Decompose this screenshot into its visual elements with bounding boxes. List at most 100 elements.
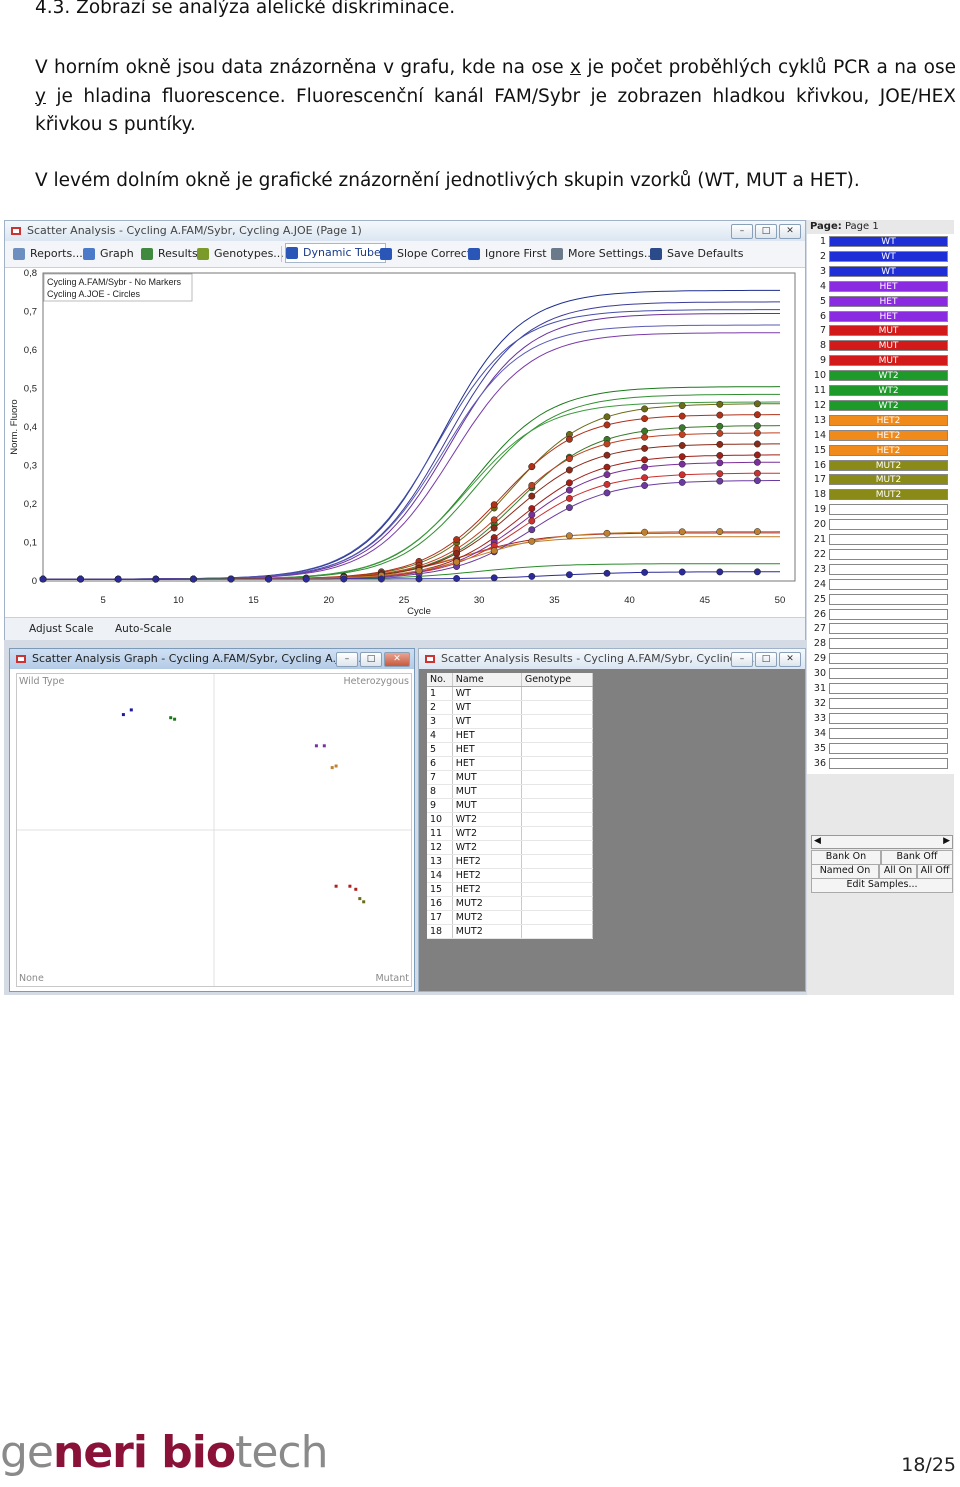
maximize-button[interactable]: □ (360, 652, 382, 667)
sample-row[interactable]: 22 (807, 547, 952, 562)
all-off-button[interactable]: All Off (917, 864, 953, 879)
sample-color-box[interactable]: HET (829, 280, 948, 292)
sample-color-box[interactable]: HET2 (829, 429, 948, 441)
table-row[interactable]: 18 MUT2 (427, 924, 594, 939)
sample-row[interactable]: 10 WT2 (807, 368, 952, 383)
table-row[interactable]: 16 MUT2 (427, 896, 594, 911)
column-header[interactable]: No. (427, 673, 453, 687)
sample-color-box[interactable]: WT2 (829, 399, 948, 411)
sample-color-box[interactable] (829, 697, 948, 709)
sample-row[interactable]: 8 MUT (807, 338, 952, 353)
sample-row[interactable]: 15 HET2 (807, 443, 952, 458)
sample-color-box[interactable] (829, 683, 948, 694)
sample-row[interactable]: 27 (807, 621, 952, 636)
sample-color-box[interactable] (829, 563, 948, 575)
sample-row[interactable]: 9 MUT (807, 353, 952, 368)
table-row[interactable]: 2 WT (427, 700, 594, 715)
sample-row[interactable]: 21 (807, 532, 952, 547)
sample-color-box[interactable]: MUT (829, 355, 948, 367)
slope-correct-button[interactable]: Slope Correct (380, 245, 471, 263)
sample-color-box[interactable]: MUT (829, 340, 948, 352)
sample-color-box[interactable] (829, 638, 948, 650)
minimize-button[interactable]: – (731, 224, 753, 239)
bank-off-button[interactable]: Bank Off (881, 850, 953, 865)
sample-row[interactable]: 12 WT2 (807, 398, 952, 413)
sample-color-box[interactable] (829, 727, 948, 739)
sample-color-box[interactable] (829, 504, 948, 516)
sample-color-box[interactable]: MUT2 (829, 459, 948, 471)
dynamic-tube-button[interactable]: Dynamic Tube (285, 243, 386, 263)
sample-row[interactable]: 18 MUT2 (807, 487, 952, 502)
main-window-titlebar[interactable]: Scatter Analysis - Cycling A.FAM/Sybr, C… (5, 221, 805, 241)
sample-row[interactable]: 3 WT (807, 264, 952, 279)
sample-color-box[interactable] (829, 519, 948, 531)
sample-color-box[interactable]: WT (829, 236, 948, 247)
table-row[interactable]: 5 HET (427, 742, 594, 757)
auto-scale-button[interactable]: Auto-Scale (115, 623, 172, 635)
sample-color-box[interactable] (829, 593, 948, 605)
sample-row[interactable]: 29 (807, 651, 952, 666)
sample-row[interactable]: 34 (807, 726, 952, 741)
minimize-button[interactable]: – (731, 652, 753, 667)
sample-row[interactable]: 25 (807, 592, 952, 607)
page-selector[interactable]: Page: Page 1 (810, 221, 879, 232)
table-row[interactable]: 11 WT2 (427, 826, 594, 841)
close-button[interactable]: ✕ (779, 224, 801, 239)
sample-color-box[interactable]: WT2 (829, 370, 948, 382)
maximize-button[interactable]: □ (755, 652, 777, 667)
sample-color-box[interactable]: HET2 (829, 414, 948, 426)
sample-color-box[interactable]: MUT2 (829, 489, 948, 501)
results-window-titlebar[interactable]: Scatter Analysis Results - Cycling A.FAM… (419, 649, 805, 669)
results-button[interactable]: Results (141, 245, 198, 263)
sample-row[interactable]: 6 HET (807, 309, 952, 324)
sample-row[interactable]: 19 (807, 502, 952, 517)
sample-row[interactable]: 31 (807, 681, 952, 696)
maximize-button[interactable]: □ (755, 224, 777, 239)
close-button[interactable]: ✕ (384, 652, 410, 667)
sample-color-box[interactable]: MUT2 (829, 474, 948, 486)
table-row[interactable]: 6 HET (427, 756, 594, 771)
sample-color-box[interactable] (829, 668, 948, 680)
scroll-left-icon[interactable]: ◀ (814, 836, 821, 847)
all-on-button[interactable]: All On (879, 864, 917, 879)
sample-row[interactable]: 33 (807, 711, 952, 726)
graph-button[interactable]: Graph (83, 245, 134, 263)
table-row[interactable]: 12 WT2 (427, 840, 594, 855)
table-row[interactable]: 9 MUT (427, 798, 594, 813)
sample-color-box[interactable]: WT (829, 265, 948, 277)
table-row[interactable]: 3 WT (427, 714, 594, 729)
sample-color-box[interactable]: WT (829, 250, 948, 262)
adjust-scale-button[interactable]: Adjust Scale (29, 623, 93, 635)
sample-color-box[interactable] (829, 534, 948, 545)
sample-row[interactable]: 17 MUT2 (807, 472, 952, 487)
sample-color-box[interactable] (829, 548, 948, 560)
sample-row[interactable]: 1 WT (807, 234, 952, 249)
bank-on-button[interactable]: Bank On (811, 850, 881, 865)
genotypes-button[interactable]: Genotypes... (197, 245, 284, 263)
sample-row[interactable]: 11 WT2 (807, 383, 952, 398)
sample-color-box[interactable]: WT2 (829, 385, 948, 396)
sample-color-box[interactable]: HET2 (829, 444, 948, 456)
sample-row[interactable]: 30 (807, 666, 952, 681)
sample-row[interactable]: 20 (807, 517, 952, 532)
named-on-button[interactable]: Named On (811, 864, 879, 879)
edit-samples-button[interactable]: Edit Samples... (811, 878, 953, 893)
table-row[interactable]: 13 HET2 (427, 854, 594, 869)
sample-row[interactable]: 16 MUT2 (807, 458, 952, 473)
sample-row[interactable]: 28 (807, 636, 952, 651)
minimize-button[interactable]: – (336, 652, 358, 667)
table-row[interactable]: 10 WT2 (427, 812, 594, 827)
table-row[interactable]: 4 HET (427, 728, 594, 743)
reports-button[interactable]: Reports... (13, 245, 83, 263)
table-row[interactable]: 17 MUT2 (427, 910, 594, 925)
sample-row[interactable]: 2 WT (807, 249, 952, 264)
close-button[interactable]: ✕ (779, 652, 801, 667)
sample-row[interactable]: 5 HET (807, 294, 952, 309)
sample-row[interactable]: 7 MUT (807, 323, 952, 338)
sample-row[interactable]: 23 (807, 562, 952, 577)
column-header[interactable]: Name (452, 673, 522, 687)
sample-row[interactable]: 32 (807, 696, 952, 711)
sample-color-box[interactable]: HET (829, 310, 948, 322)
table-row[interactable]: 15 HET2 (427, 882, 594, 897)
sample-color-box[interactable] (829, 757, 948, 769)
